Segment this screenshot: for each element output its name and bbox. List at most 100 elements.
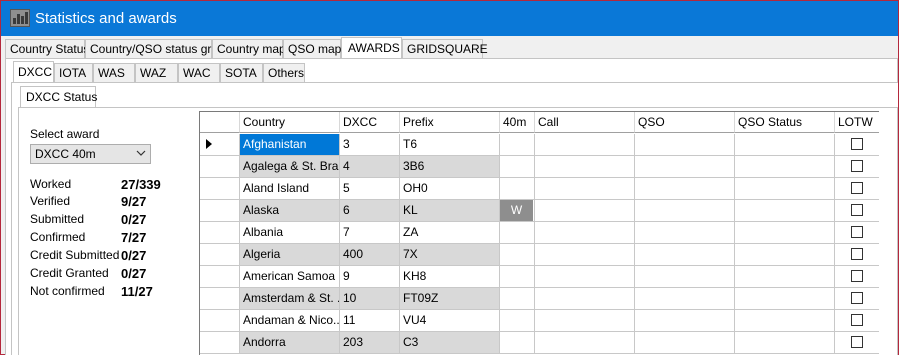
country-cell[interactable]: Andorra	[240, 332, 340, 354]
tab-wac[interactable]: WAC	[178, 63, 220, 83]
band-40m-cell[interactable]	[500, 310, 535, 332]
column-header-call[interactable]: Call	[535, 112, 635, 133]
row-header[interactable]	[200, 200, 240, 222]
country-cell[interactable]: Alaska	[240, 200, 340, 222]
table-row[interactable]: Algeria 400 7X	[200, 244, 879, 266]
qso-cell[interactable]	[635, 310, 735, 332]
row-header[interactable]	[200, 156, 240, 178]
band-40m-cell[interactable]	[500, 222, 535, 244]
call-cell[interactable]	[535, 178, 635, 200]
lotw-cell[interactable]	[835, 266, 879, 288]
lotw-checkbox[interactable]	[851, 182, 863, 194]
row-header[interactable]	[200, 288, 240, 310]
tab-gridsquare[interactable]: GRIDSQUARE	[402, 39, 488, 59]
status-cell[interactable]	[735, 200, 835, 222]
country-cell[interactable]: Afghanistan	[240, 134, 340, 156]
row-header[interactable]	[200, 134, 240, 156]
dxcc-cell[interactable]: 9	[340, 266, 400, 288]
band-40m-cell[interactable]	[500, 266, 535, 288]
dxcc-grid[interactable]: Country DXCC Prefix 40m Call QSO QSO Sta…	[199, 111, 879, 355]
country-cell[interactable]: Agalega & St. Bra...	[240, 156, 340, 178]
status-cell[interactable]	[735, 244, 835, 266]
tab-awards[interactable]: AWARDS	[341, 37, 402, 59]
lotw-checkbox[interactable]	[851, 292, 863, 304]
prefix-cell[interactable]: C3	[400, 332, 500, 354]
country-cell[interactable]: Aland Island	[240, 178, 340, 200]
dxcc-cell[interactable]: 7	[340, 222, 400, 244]
tab-sota[interactable]: SOTA	[220, 63, 263, 83]
call-cell[interactable]	[535, 222, 635, 244]
column-header-qso[interactable]: QSO	[635, 112, 735, 133]
qso-cell[interactable]	[635, 288, 735, 310]
call-cell[interactable]	[535, 134, 635, 156]
band-40m-cell[interactable]	[500, 244, 535, 266]
prefix-cell[interactable]: T6	[400, 134, 500, 156]
dxcc-cell[interactable]: 3	[340, 134, 400, 156]
lotw-checkbox[interactable]	[851, 204, 863, 216]
dxcc-cell[interactable]: 6	[340, 200, 400, 222]
lotw-cell[interactable]	[835, 222, 879, 244]
status-cell[interactable]	[735, 178, 835, 200]
lotw-checkbox[interactable]	[851, 160, 863, 172]
prefix-cell[interactable]: KL	[400, 200, 500, 222]
qso-cell[interactable]	[635, 200, 735, 222]
lotw-checkbox[interactable]	[851, 248, 863, 260]
band-40m-cell[interactable]	[500, 332, 535, 354]
lotw-cell[interactable]	[835, 200, 879, 222]
country-cell[interactable]: Albania	[240, 222, 340, 244]
table-row[interactable]: Albania 7 ZA	[200, 222, 879, 244]
country-cell[interactable]: American Samoa	[240, 266, 340, 288]
band-40m-cell[interactable]	[500, 288, 535, 310]
qso-cell[interactable]	[635, 178, 735, 200]
prefix-cell[interactable]: 3B6	[400, 156, 500, 178]
lotw-checkbox[interactable]	[851, 270, 863, 282]
prefix-cell[interactable]: OH0	[400, 178, 500, 200]
table-row[interactable]: Aland Island 5 OH0	[200, 178, 879, 200]
dxcc-cell[interactable]: 4	[340, 156, 400, 178]
column-header-prefix[interactable]: Prefix	[400, 112, 500, 133]
call-cell[interactable]	[535, 156, 635, 178]
qso-cell[interactable]	[635, 332, 735, 354]
tab-waz[interactable]: WAZ	[135, 63, 178, 83]
country-cell[interactable]: Algeria	[240, 244, 340, 266]
country-cell[interactable]: Andaman & Nico...	[240, 310, 340, 332]
lotw-checkbox[interactable]	[851, 336, 863, 348]
status-cell[interactable]	[735, 266, 835, 288]
lotw-cell[interactable]	[835, 244, 879, 266]
qso-cell[interactable]	[635, 134, 735, 156]
qso-cell[interactable]	[635, 222, 735, 244]
table-row[interactable]: Andorra 203 C3	[200, 332, 879, 354]
row-header[interactable]	[200, 332, 240, 354]
band-40m-cell[interactable]: W	[500, 200, 535, 222]
tab-qso-map[interactable]: QSO map	[283, 39, 341, 59]
tab-iota[interactable]: IOTA	[54, 63, 93, 83]
band-40m-cell[interactable]	[500, 134, 535, 156]
dxcc-cell[interactable]: 5	[340, 178, 400, 200]
lotw-checkbox[interactable]	[851, 138, 863, 150]
table-row[interactable]: Alaska 6 KL W	[200, 200, 879, 222]
tab-country-qso-status-grid[interactable]: Country/QSO status grid	[85, 39, 221, 59]
column-header-40m[interactable]: 40m	[500, 112, 535, 133]
row-header[interactable]	[200, 244, 240, 266]
table-row[interactable]: Afghanistan 3 T6	[200, 134, 879, 156]
prefix-cell[interactable]: 7X	[400, 244, 500, 266]
table-row[interactable]: Agalega & St. Bra... 4 3B6	[200, 156, 879, 178]
row-header[interactable]	[200, 178, 240, 200]
status-cell[interactable]	[735, 134, 835, 156]
column-header-country[interactable]: Country	[240, 112, 340, 133]
call-cell[interactable]	[535, 332, 635, 354]
call-cell[interactable]	[535, 310, 635, 332]
status-cell[interactable]	[735, 288, 835, 310]
column-header-lotw[interactable]: LOTW	[835, 112, 879, 133]
tab-dxcc-status[interactable]: DXCC Status	[20, 86, 97, 108]
qso-cell[interactable]	[635, 156, 735, 178]
lotw-cell[interactable]	[835, 134, 879, 156]
table-row[interactable]: Andaman & Nico... 11 VU4	[200, 310, 879, 332]
tab-dxcc[interactable]: DXCC	[13, 61, 54, 83]
award-select[interactable]: DXCC 40m	[30, 144, 151, 164]
table-row[interactable]: American Samoa 9 KH8	[200, 266, 879, 288]
tab-others[interactable]: Others	[263, 63, 305, 83]
lotw-cell[interactable]	[835, 178, 879, 200]
status-cell[interactable]	[735, 222, 835, 244]
row-header[interactable]	[200, 310, 240, 332]
